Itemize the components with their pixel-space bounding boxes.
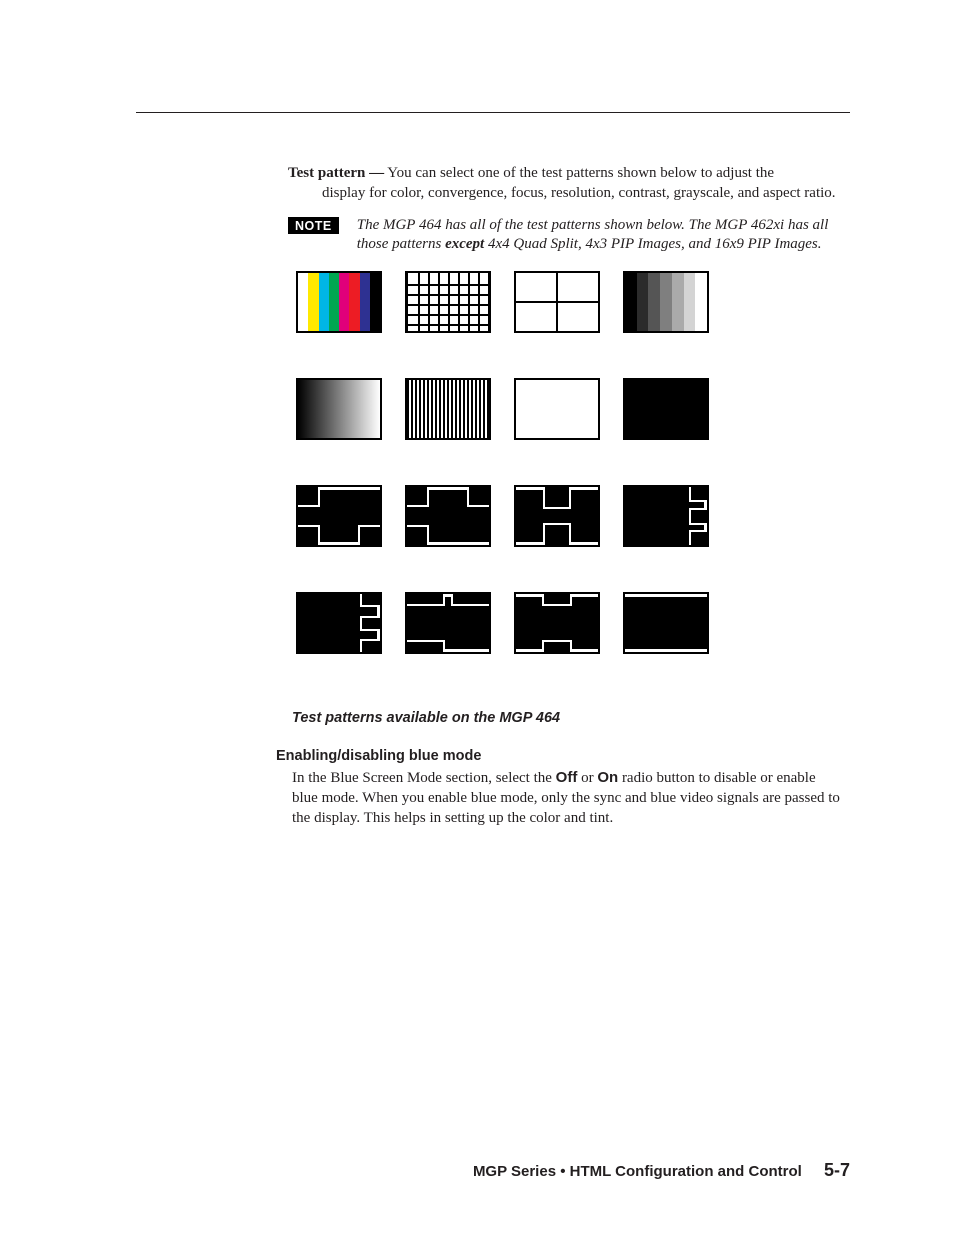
pattern-16x9-pip-a: [296, 592, 382, 654]
footer-page-number: 5-7: [824, 1160, 850, 1181]
pattern-4x3-pip-b: [405, 485, 491, 547]
pattern-white-field: [514, 378, 600, 440]
test-pattern-paragraph: Test pattern — You can select one of the…: [288, 164, 850, 204]
pattern-4x3-pip-d: [623, 485, 709, 547]
test-pattern-rest: display for color, convergence, focus, r…: [288, 184, 850, 204]
blue-mode-paragraph: In the Blue Screen Mode section, select …: [292, 768, 840, 828]
test-pattern-label: Test pattern —: [288, 165, 384, 181]
pattern-color-bars: [296, 271, 382, 333]
blue-mode-subhead: Enabling/disabling blue mode: [276, 748, 850, 764]
pattern-16x9-pip-b: [405, 592, 491, 654]
pattern-16x9-pip-d: [623, 592, 709, 654]
blue-mid: or: [577, 770, 597, 786]
patterns-caption: Test patterns available on the MGP 464: [292, 710, 850, 726]
note-except: except: [445, 236, 484, 252]
test-pattern-grid: [296, 271, 709, 654]
blue-pre: In the Blue Screen Mode section, select …: [292, 770, 556, 786]
pattern-4x3-pip-a: [296, 485, 382, 547]
pattern-4x3-pip-c: [514, 485, 600, 547]
page-content: Test pattern — You can select one of the…: [288, 164, 850, 829]
pattern-alt-pixels: [405, 378, 491, 440]
test-pattern-lead: You can select one of the test patterns …: [384, 165, 774, 181]
note-line2b: 4x4 Quad Split, 4x3 PIP Images, and 16x9…: [484, 236, 821, 252]
note-row: NOTE The MGP 464 has all of the test pat…: [288, 216, 850, 256]
note-badge: NOTE: [288, 217, 339, 234]
blue-off: Off: [556, 769, 578, 786]
note-line1: The MGP 464 has all of the test patterns…: [357, 217, 829, 233]
note-text: The MGP 464 has all of the test patterns…: [357, 216, 850, 256]
pattern-16x9-pip-c: [514, 592, 600, 654]
pattern-ramp: [296, 378, 382, 440]
pattern-crosshatch: [405, 271, 491, 333]
header-rule: [136, 112, 850, 113]
pattern-quad-split: [514, 271, 600, 333]
pattern-grayscale: [623, 271, 709, 333]
blue-on: On: [597, 769, 618, 786]
note-line2a: those patterns: [357, 236, 445, 252]
pattern-black-field: [623, 378, 709, 440]
page-footer: MGP Series • HTML Configuration and Cont…: [473, 1160, 850, 1181]
footer-text: MGP Series • HTML Configuration and Cont…: [473, 1163, 802, 1180]
